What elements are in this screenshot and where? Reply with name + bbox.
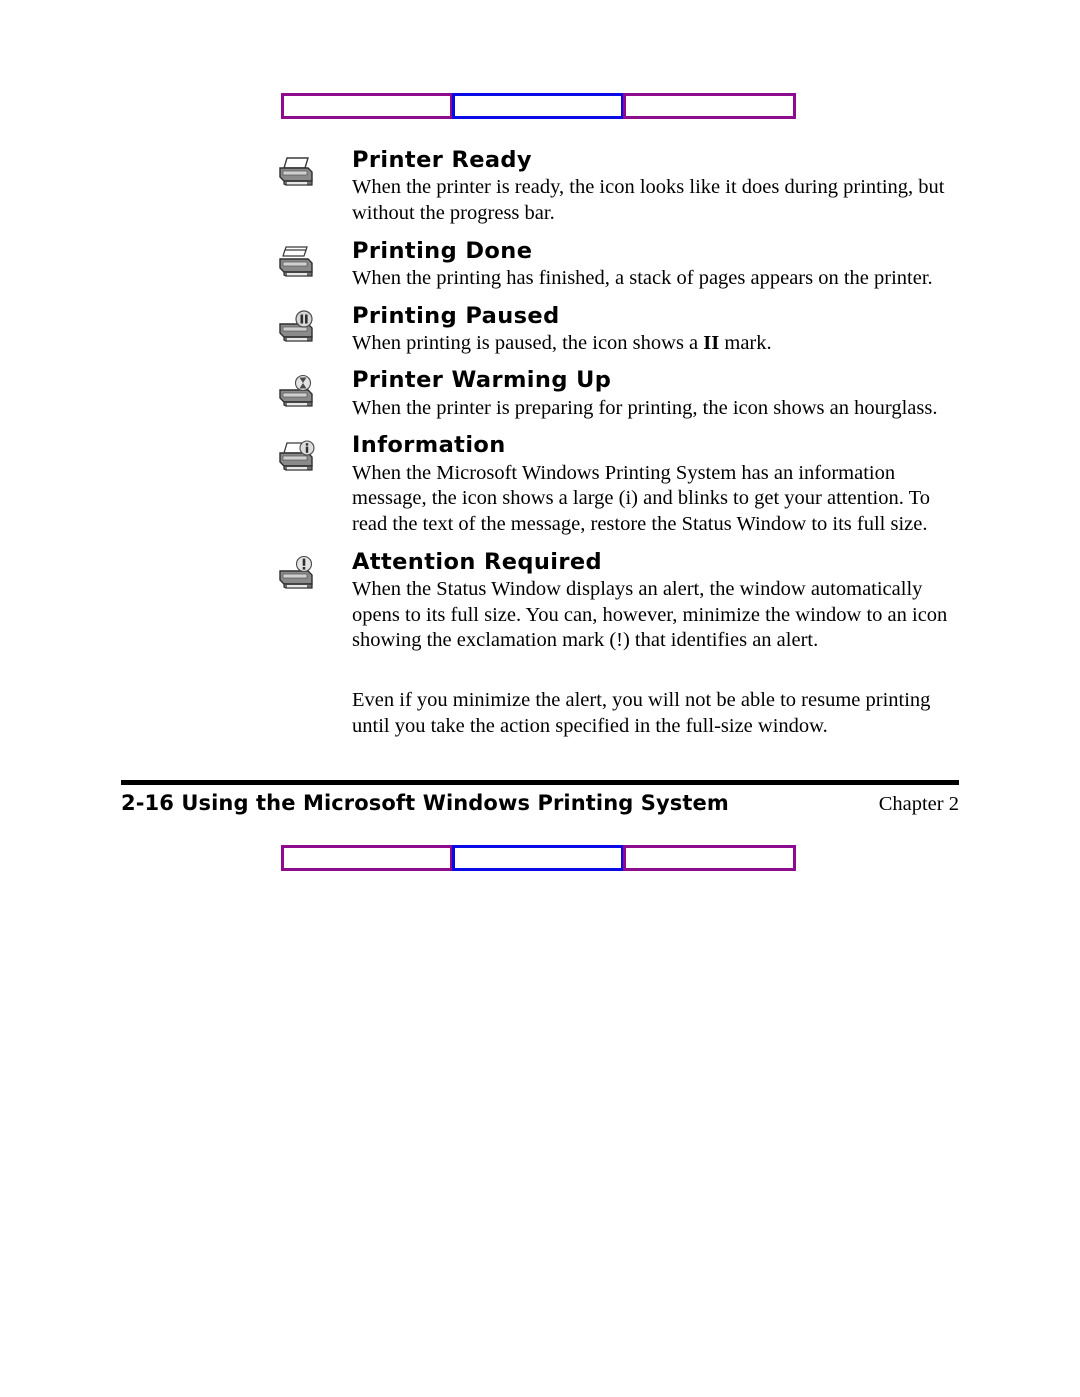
pause-mark-glyph: II	[703, 331, 720, 354]
page-footer: 2-16 Using the Microsoft Windows Printin…	[121, 791, 959, 825]
deco-segment-left-purple	[281, 93, 453, 119]
printer-attention-icon	[274, 555, 318, 596]
closing-paragraph: Even if you minimize the alert, you will…	[352, 689, 931, 737]
document-page: Printer Ready When the printer is ready,…	[0, 0, 1080, 1397]
body-text-tail: mark.	[719, 331, 772, 354]
content-column: Printer Ready When the printer is ready,…	[0, 147, 1080, 739]
bottom-decorative-bar	[281, 845, 797, 871]
section-title: Information	[352, 432, 506, 459]
deco-segment-middle-blue	[452, 93, 624, 119]
deco-segment-left-purple	[281, 845, 453, 871]
section-information: Information When the Microsoft Windows P…	[0, 433, 1080, 537]
section-body: When the Microsoft Windows Printing Syst…	[352, 461, 968, 538]
section-body: When printing is paused, the icon shows …	[352, 331, 968, 357]
section-body: When the printer is ready, the icon look…	[352, 175, 968, 226]
closing-note: Even if you minimize the alert, you will…	[0, 688, 1080, 739]
body-text-lead: When the printer is ready, the icon look…	[352, 176, 945, 224]
footer-page-number: 2-16	[121, 791, 174, 815]
body-text-lead: When the printer is preparing for printi…	[352, 396, 938, 419]
section-title: Printing Paused	[352, 302, 560, 329]
body-text-lead: When printing is paused, the icon shows …	[352, 331, 704, 354]
section-body: When the printer is preparing for printi…	[352, 396, 968, 422]
body-text-lead: When the Microsoft Windows Printing Syst…	[352, 461, 930, 535]
section-printing-done: Printing Done When the printing has fini…	[0, 237, 1080, 292]
printer-warming-up-icon	[274, 374, 318, 414]
printer-done-icon	[274, 245, 318, 285]
deco-segment-middle-blue	[452, 845, 624, 871]
section-title: Printing Done	[352, 237, 533, 264]
section-body: When the printing has finished, a stack …	[352, 266, 968, 292]
section-printer-warming-up: Printer Warming Up When the printer is p…	[0, 368, 1080, 421]
printer-ready-icon	[274, 154, 318, 194]
deco-segment-right-purple	[623, 93, 796, 119]
section-body: When the Status Window displays an alert…	[352, 577, 968, 654]
footer-chapter-label: Chapter 2	[878, 793, 959, 815]
body-text-lead: When the printing has finished, a stack …	[352, 266, 933, 289]
footer-divider-rule	[121, 780, 959, 785]
section-title: Printer Ready	[352, 147, 533, 173]
section-attention-required: Attention Required When the Status Windo…	[0, 548, 1080, 654]
section-printer-ready: Printer Ready When the printer is ready,…	[0, 147, 1080, 227]
section-title: Attention Required	[352, 548, 603, 575]
body-text-lead: When the Status Window displays an alert…	[352, 577, 948, 652]
printer-paused-icon	[274, 309, 318, 350]
section-title: Printer Warming Up	[352, 367, 612, 394]
deco-segment-right-purple	[623, 845, 796, 871]
printer-information-icon	[274, 439, 318, 479]
footer-running-title: 2-16 Using the Microsoft Windows Printin…	[121, 791, 729, 815]
footer-title-text: Using the Microsoft Windows Printing Sys…	[173, 791, 729, 815]
top-decorative-bar	[281, 93, 797, 119]
section-printing-paused: Printing Paused When printing is paused,…	[0, 302, 1080, 357]
